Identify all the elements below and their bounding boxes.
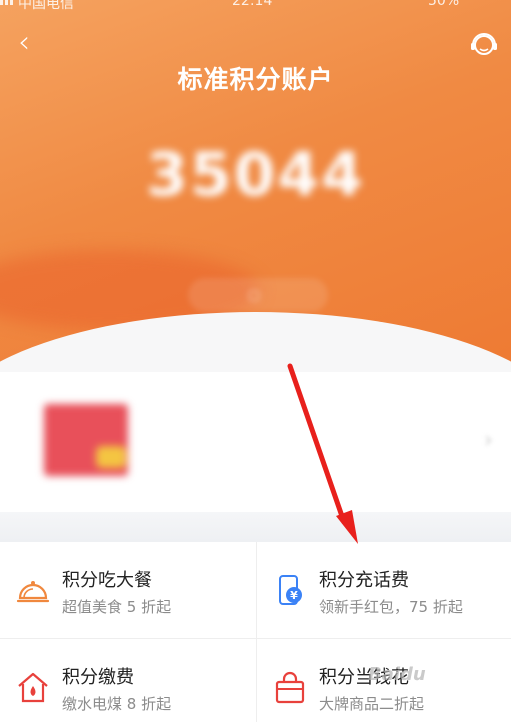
watermark-text: Baidu — [368, 664, 426, 685]
service-label: 积分吃大餐 — [62, 570, 152, 591]
points-detail-button[interactable]: ▢ — [188, 278, 328, 312]
chevron-right-icon: › — [484, 428, 493, 453]
clock: 22:14 — [232, 0, 273, 9]
gift-card-image — [44, 404, 128, 476]
points-header: 中国电信 22:14 50% ‹ 标准积分账户 35044 ▢ — [0, 0, 511, 372]
service-desc: 大牌商品二折起 — [319, 695, 425, 713]
service-utility-bill[interactable]: 积分缴费 缴水电煤 8 折起 — [0, 639, 255, 722]
service-desc: 超值美食 5 折起 — [62, 598, 172, 616]
detail-icon: ▢ — [247, 287, 261, 303]
service-label: 积分充话费 — [319, 570, 409, 591]
service-desc: 领新手红包，75 折起 — [319, 598, 463, 616]
service-dining[interactable]: 积分吃大餐 超值美食 5 折起 — [0, 542, 255, 638]
page-title: 标准积分账户 — [177, 65, 334, 94]
customer-service-icon[interactable] — [468, 28, 500, 60]
service-label: 积分缴费 — [62, 667, 134, 688]
service-desc: 缴水电煤 8 折起 — [62, 695, 172, 713]
svg-text:¥: ¥ — [290, 589, 298, 602]
points-balance: 35044 — [146, 140, 365, 210]
service-phone-recharge[interactable]: ¥ 积分充话费 领新手红包，75 折起 — [257, 542, 511, 638]
status-bar: 中国电信 22:14 50% — [0, 0, 511, 13]
shopping-bag-icon — [275, 671, 305, 704]
back-icon[interactable]: ‹ — [18, 28, 46, 58]
signal-icon — [0, 0, 13, 5]
section-divider — [0, 512, 511, 542]
services-grid: 积分吃大餐 超值美食 5 折起 ¥ 积分充话费 领新手红包，75 折起 积分缴费… — [0, 542, 511, 722]
carrier-label: 中国电信 — [18, 0, 74, 12]
phone-recharge-icon: ¥ — [279, 575, 302, 605]
home-utility-icon — [18, 672, 48, 703]
battery-label: 50% — [428, 0, 460, 9]
earn-points-card[interactable]: › — [0, 372, 511, 512]
dining-cloche-icon — [16, 581, 50, 603]
